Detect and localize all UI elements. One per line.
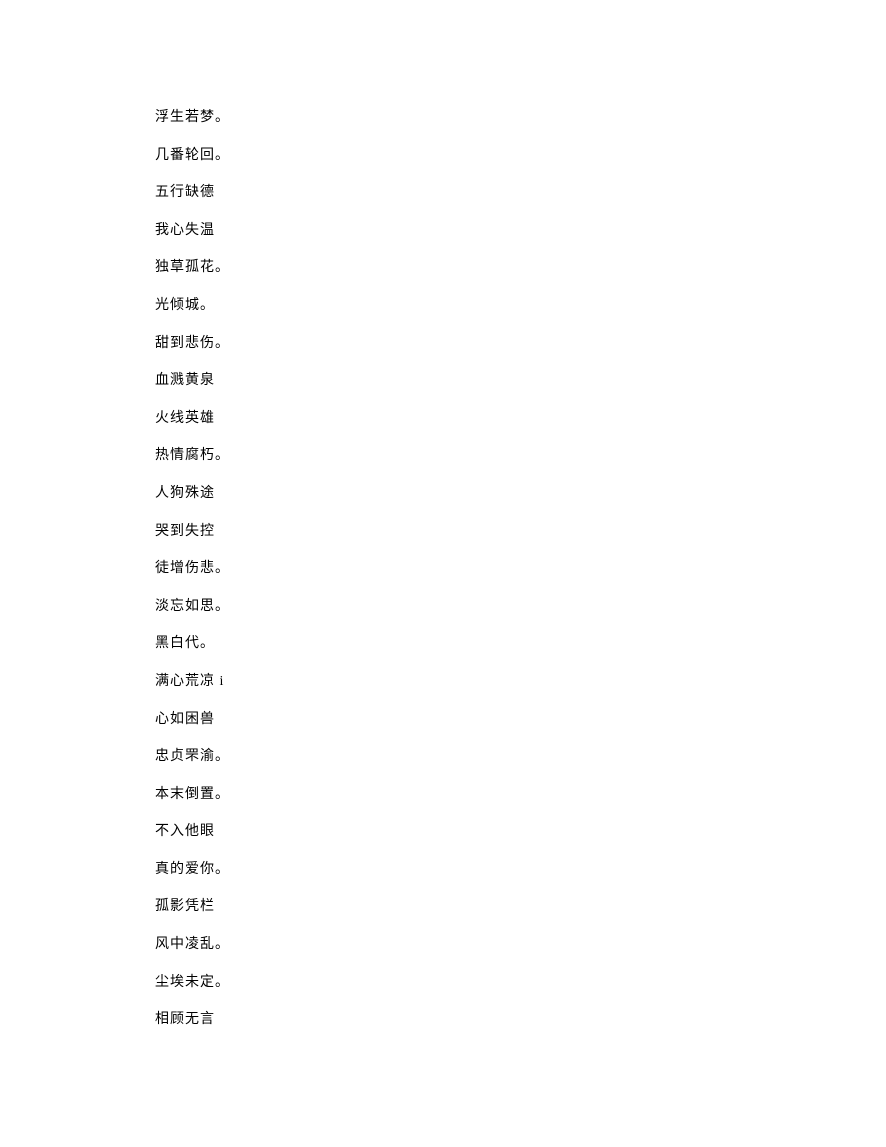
text-line: 满心荒凉 i bbox=[155, 672, 886, 692]
text-line: 本末倒置。 bbox=[155, 785, 886, 805]
text-line: 我心失温 bbox=[155, 221, 886, 241]
text-line: 血溅黄泉 bbox=[155, 371, 886, 391]
text-line: 忠贞罘渝。 bbox=[155, 747, 886, 767]
text-content: 浮生若梦。 几番轮回。 五行缺德 我心失温 独草孤花。 光倾城。 甜到悲伤。 血… bbox=[155, 108, 886, 1030]
text-line: 火线英雄 bbox=[155, 409, 886, 429]
text-line: 几番轮回。 bbox=[155, 146, 886, 166]
text-line: 尘埃未定。 bbox=[155, 973, 886, 993]
text-line: 黑白代。 bbox=[155, 634, 886, 654]
text-line: 真的爱你。 bbox=[155, 860, 886, 880]
text-line: 相顾无言 bbox=[155, 1010, 886, 1030]
text-line: 不入他眼 bbox=[155, 822, 886, 842]
text-line: 热情腐朽。 bbox=[155, 446, 886, 466]
text-line: 风中凌乱。 bbox=[155, 935, 886, 955]
text-line: 孤影凭栏 bbox=[155, 897, 886, 917]
text-line: 光倾城。 bbox=[155, 296, 886, 316]
text-line: 五行缺德 bbox=[155, 183, 886, 203]
text-line: 哭到失控 bbox=[155, 522, 886, 542]
text-line: 人狗殊途 bbox=[155, 484, 886, 504]
text-line: 徒增伤悲。 bbox=[155, 559, 886, 579]
text-line: 心如困兽 bbox=[155, 710, 886, 730]
text-line: 甜到悲伤。 bbox=[155, 334, 886, 354]
text-line: 独草孤花。 bbox=[155, 258, 886, 278]
text-line: 淡忘如思。 bbox=[155, 597, 886, 617]
text-line: 浮生若梦。 bbox=[155, 108, 886, 128]
